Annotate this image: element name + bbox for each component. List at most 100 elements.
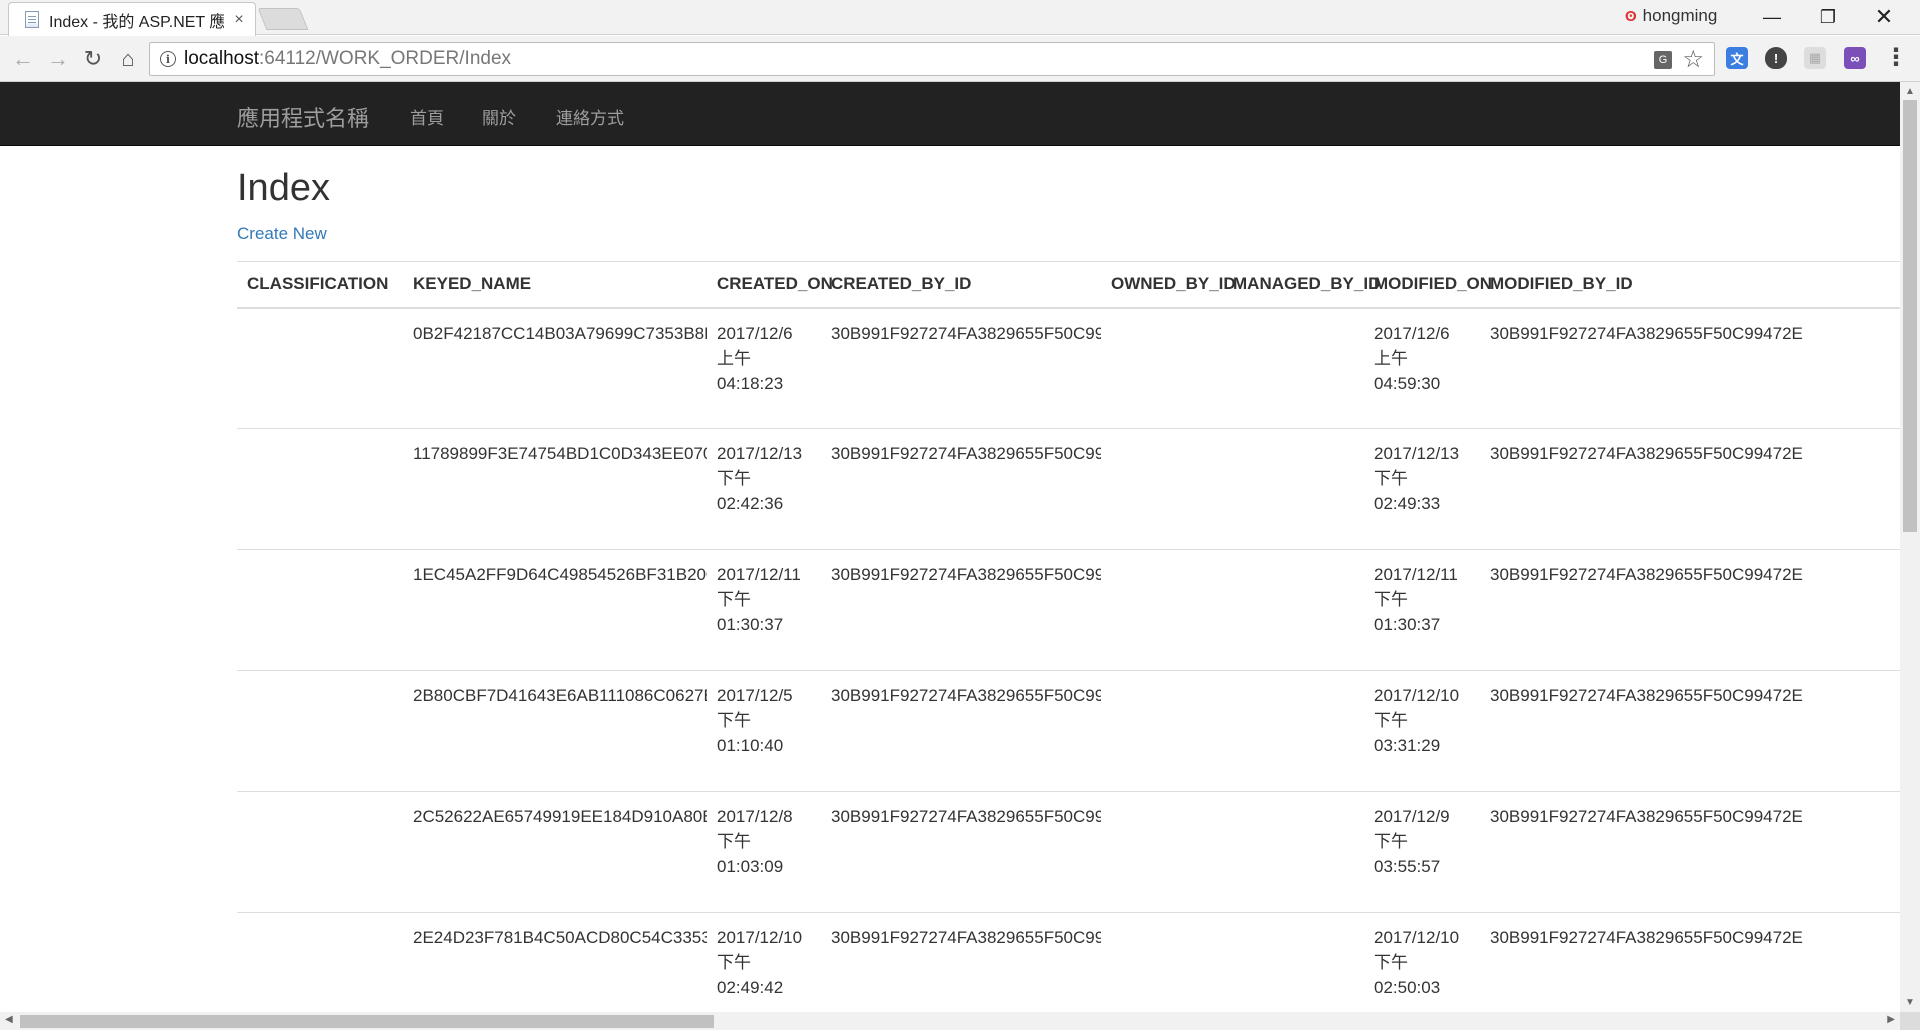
vertical-scrollbar[interactable]: ▲ ▼ [1900, 82, 1920, 1012]
cell-modified-on: 2017/12/9 下午 03:55:57 [1364, 791, 1480, 913]
cell-modified-on: 2017/12/10 下午 03:31:29 [1364, 670, 1480, 792]
nav-link-home[interactable]: 首頁 [410, 104, 444, 129]
column-header-owned-by-id: OWNED_BY_ID [1101, 261, 1236, 309]
table-row: 2B80CBF7D41643E6AB111086C0627BCD 2017/12… [237, 670, 1900, 792]
cell-modified-by-id: 30B991F927274FA3829655F50C99472E [1480, 307, 1900, 429]
scrollbar-corner [1900, 1012, 1920, 1030]
cell-created-on: 2017/12/8 下午 01:03:09 [707, 791, 821, 913]
close-window-button[interactable]: ✕ [1856, 0, 1912, 34]
horizontal-scrollbar[interactable]: ◀ ▶ [0, 1012, 1900, 1030]
site-navbar: 應用程式名稱 首頁 關於 連絡方式 [0, 82, 1900, 146]
back-arrow-icon[interactable]: ← [8, 44, 38, 74]
browser-toolbar: ← → ↻ ⌂ i localhost :64112/WORK_ORDER/In… [0, 36, 1920, 82]
column-header-created-by-id: CREATED_BY_ID [821, 261, 1101, 309]
url-host: localhost [184, 48, 259, 69]
cell-classification [237, 428, 403, 550]
disabled-extension-icon[interactable]: ▦ [1804, 47, 1826, 69]
cell-created-by-id: 30B991F927274FA3829655F50C99472E [821, 428, 1101, 550]
table-header-row: CLASSIFICATION KEYED_NAME CREATED_ON CRE… [237, 261, 1900, 309]
cell-owned-by-id [1101, 549, 1223, 671]
table-row: 11789899F3E74754BD1C0D343EE0706E 2017/12… [237, 428, 1900, 550]
profile-button[interactable]: ʘ hongming [1625, 6, 1717, 26]
page-title: Index [237, 167, 330, 209]
scroll-right-arrow-icon[interactable]: ▶ [1887, 1014, 1895, 1025]
cell-created-by-id: 30B991F927274FA3829655F50C99472E [821, 912, 1101, 1012]
scroll-down-arrow-icon[interactable]: ▼ [1905, 997, 1915, 1008]
cell-modified-on: 2017/12/11 下午 01:30:37 [1364, 549, 1480, 671]
navbar-brand-link[interactable]: 應用程式名稱 [237, 101, 369, 133]
cell-managed-by-id [1223, 912, 1364, 1012]
cell-modified-by-id: 30B991F927274FA3829655F50C99472E [1480, 912, 1900, 1012]
cell-created-on: 2017/12/10 下午 02:49:42 [707, 912, 821, 1012]
address-bar[interactable]: i localhost :64112/WORK_ORDER/Index G ☆ [149, 42, 1715, 76]
cell-owned-by-id [1101, 428, 1223, 550]
cell-classification [237, 912, 403, 1012]
cell-classification [237, 791, 403, 913]
cell-created-on: 2017/12/5 下午 01:10:40 [707, 670, 821, 792]
cell-created-on: 2017/12/13 下午 02:42:36 [707, 428, 821, 550]
scroll-up-arrow-icon[interactable]: ▲ [1905, 86, 1915, 97]
table-row: 2E24D23F781B4C50ACD80C54C3353879 2017/12… [237, 912, 1900, 1012]
cell-created-by-id: 30B991F927274FA3829655F50C99472E [821, 307, 1101, 429]
page-viewport: 應用程式名稱 首頁 關於 連絡方式 Index Create New CLASS… [0, 82, 1900, 1012]
column-header-created-on: CREATED_ON [707, 261, 833, 309]
site-info-icon[interactable]: i [160, 51, 176, 67]
cell-owned-by-id [1101, 307, 1223, 429]
profile-icon: ʘ [1625, 7, 1637, 25]
cell-created-on: 2017/12/11 下午 01:30:37 [707, 549, 821, 671]
cell-keyed-name: 1EC45A2FF9D64C49854526BF31B200B0 [403, 549, 707, 671]
cell-modified-on: 2017/12/6 上午 04:59:30 [1364, 307, 1480, 429]
cell-created-by-id: 30B991F927274FA3829655F50C99472E [821, 791, 1101, 913]
visual-studio-extension-icon[interactable]: ∞ [1844, 47, 1866, 69]
column-header-classification: CLASSIFICATION [237, 261, 403, 309]
browser-tab[interactable]: Index - 我的 ASP.NET 應 × [8, 2, 256, 36]
vertical-scroll-thumb[interactable] [1903, 100, 1917, 532]
cell-owned-by-id [1101, 791, 1223, 913]
cell-managed-by-id [1223, 670, 1364, 792]
cell-keyed-name: 2B80CBF7D41643E6AB111086C0627BCD [403, 670, 707, 792]
cell-modified-on: 2017/12/10 下午 02:50:03 [1364, 912, 1480, 1012]
horizontal-scroll-thumb[interactable] [20, 1015, 714, 1028]
bookmark-star-icon[interactable]: ☆ [1682, 45, 1704, 74]
create-new-link[interactable]: Create New [237, 224, 327, 244]
cell-managed-by-id [1223, 549, 1364, 671]
shield-extension-icon[interactable]: ! [1765, 47, 1787, 69]
cell-managed-by-id [1223, 307, 1364, 429]
minimize-button[interactable]: — [1744, 0, 1800, 34]
cell-managed-by-id [1223, 428, 1364, 550]
table-row: 0B2F42187CC14B03A79699C7353B8B06 2017/12… [237, 307, 1900, 429]
profile-name: hongming [1642, 6, 1718, 25]
cell-created-by-id: 30B991F927274FA3829655F50C99472E [821, 670, 1101, 792]
tab-close-icon[interactable]: × [230, 11, 248, 29]
cell-keyed-name: 11789899F3E74754BD1C0D343EE0706E [403, 428, 707, 550]
cell-created-by-id: 30B991F927274FA3829655F50C99472E [821, 549, 1101, 671]
cell-modified-by-id: 30B991F927274FA3829655F50C99472E [1480, 791, 1900, 913]
browser-tab-bar: Index - 我的 ASP.NET 應 × ʘ hongming — ❐ ✕ [0, 0, 1920, 36]
home-icon[interactable]: ⌂ [113, 44, 143, 74]
new-tab-button[interactable] [257, 8, 309, 30]
table-row: 1EC45A2FF9D64C49854526BF31B200B0 2017/12… [237, 549, 1900, 671]
column-header-modified-on: MODIFIED_ON [1364, 261, 1492, 309]
cell-modified-by-id: 30B991F927274FA3829655F50C99472E [1480, 549, 1900, 671]
cell-classification [237, 549, 403, 671]
reload-icon[interactable]: ↻ [78, 44, 108, 74]
cell-keyed-name: 0B2F42187CC14B03A79699C7353B8B06 [403, 307, 707, 429]
cell-keyed-name: 2C52622AE65749919EE184D910A80B44 [403, 791, 707, 913]
cell-managed-by-id [1223, 791, 1364, 913]
nav-link-contact[interactable]: 連絡方式 [556, 104, 624, 129]
table-row: 2C52622AE65749919EE184D910A80B44 2017/12… [237, 791, 1900, 913]
forward-arrow-icon[interactable]: → [43, 44, 73, 74]
url-path: :64112/WORK_ORDER/Index [259, 48, 512, 69]
page-favicon-icon [25, 11, 39, 28]
translate-icon[interactable]: G [1654, 51, 1672, 69]
cell-keyed-name: 2E24D23F781B4C50ACD80C54C3353879 [403, 912, 707, 1012]
cell-modified-by-id: 30B991F927274FA3829655F50C99472E [1480, 670, 1900, 792]
more-menu-icon[interactable]: ⋮ [1884, 46, 1908, 72]
column-header-keyed-name: KEYED_NAME [403, 261, 707, 309]
translate-extension-icon[interactable]: 文 [1726, 47, 1748, 69]
column-header-managed-by-id: MANAGED_BY_ID [1223, 261, 1380, 309]
nav-link-about[interactable]: 關於 [482, 104, 516, 129]
restore-button[interactable]: ❐ [1800, 0, 1856, 34]
scroll-left-arrow-icon[interactable]: ◀ [5, 1014, 13, 1025]
cell-classification [237, 670, 403, 792]
